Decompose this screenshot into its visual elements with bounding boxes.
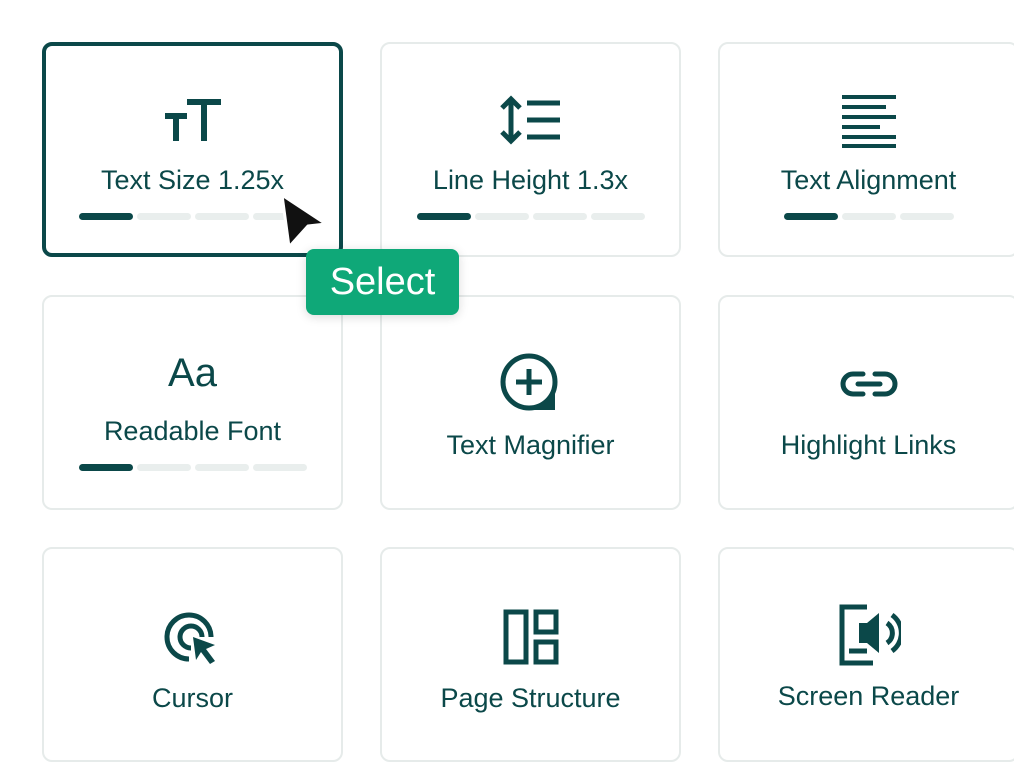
cursor-icon — [44, 605, 341, 669]
card-text-magnifier[interactable]: Text Magnifier — [380, 295, 681, 510]
card-label: Page Structure — [440, 683, 621, 713]
text-align-icon — [720, 88, 1014, 152]
level-indicator — [382, 213, 679, 220]
card-label: Highlight Links — [780, 430, 957, 460]
level-indicator — [720, 213, 1014, 220]
card-readable-font[interactable]: Aa Readable Font — [42, 295, 343, 510]
card-label: Line Height 1.3x — [432, 165, 629, 195]
readable-font-icon: Aa — [168, 350, 217, 395]
magnifier-icon — [382, 352, 679, 416]
card-label: Text Alignment — [780, 165, 957, 195]
level-indicator — [44, 464, 341, 471]
card-highlight-links[interactable]: Highlight Links — [718, 295, 1014, 510]
card-line-height[interactable]: Line Height 1.3x — [380, 42, 681, 257]
card-label: Readable Font — [103, 416, 282, 446]
card-label: Screen Reader — [777, 681, 960, 711]
text-size-icon — [46, 88, 339, 152]
card-label: Text Magnifier — [446, 430, 615, 460]
mouse-pointer-icon — [278, 192, 330, 259]
link-icon — [720, 352, 1014, 416]
card-screen-reader[interactable]: Screen Reader — [718, 547, 1014, 762]
line-height-icon — [382, 88, 679, 152]
card-page-structure[interactable]: Page Structure — [380, 547, 681, 762]
card-cursor[interactable]: Cursor — [42, 547, 343, 762]
page-structure-icon — [382, 605, 679, 669]
screen-reader-icon — [720, 603, 1014, 667]
card-text-alignment[interactable]: Text Alignment — [718, 42, 1014, 257]
card-label: Cursor — [151, 683, 233, 713]
